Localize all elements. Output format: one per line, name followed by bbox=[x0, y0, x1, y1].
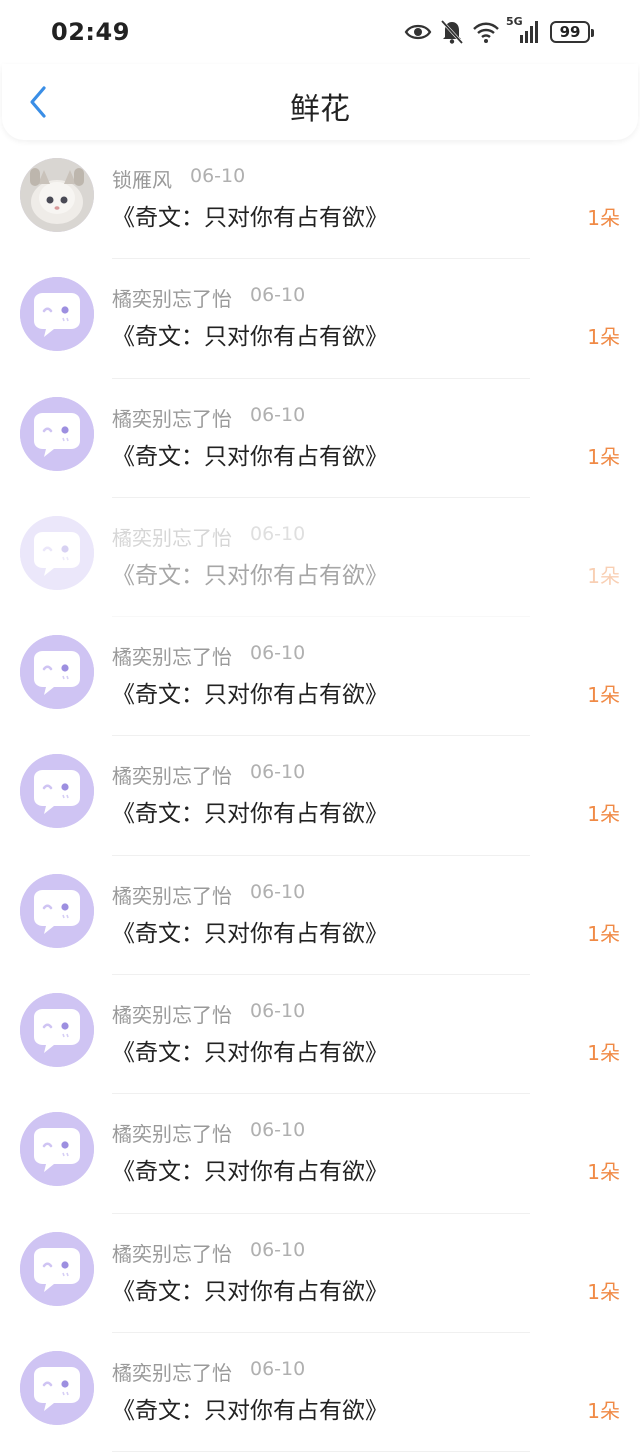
date-label: 06-10 bbox=[250, 284, 306, 307]
flower-list: 锁雁风 06-10 《奇文：只对你有占有欲》 1朵 橘奕别忘了怡 06-10 《奇文：只对你… bbox=[0, 140, 640, 1452]
avatar[interactable] bbox=[20, 1231, 94, 1306]
book-title: 《奇文：只对你有占有欲》 bbox=[112, 801, 388, 828]
flower-count: 1朵 bbox=[587, 1279, 620, 1304]
book-title: 《奇文：只对你有占有欲》 bbox=[112, 1397, 388, 1424]
list-item[interactable]: 橘奕别忘了怡 06-10 《奇文：只对你有占有欲》 1朵 bbox=[0, 498, 640, 618]
eye-icon bbox=[404, 21, 432, 43]
wifi-icon bbox=[472, 20, 500, 44]
avatar[interactable] bbox=[20, 515, 94, 590]
avatar[interactable] bbox=[20, 1350, 94, 1425]
book-title: 《奇文：只对你有占有欲》 bbox=[112, 1278, 388, 1305]
avatar[interactable] bbox=[20, 277, 94, 352]
flower-count: 1朵 bbox=[587, 444, 620, 469]
battery-level: 99 bbox=[559, 23, 581, 41]
user-name: 锁雁风 bbox=[112, 168, 172, 192]
list-item[interactable]: 橘奕别忘了怡 06-10 《奇文：只对你有占有欲》 1朵 bbox=[0, 1333, 640, 1452]
user-name: 橘奕别忘了怡 bbox=[112, 883, 232, 908]
top-nav-bar: 鲜花 bbox=[2, 64, 638, 140]
date-label: 06-10 bbox=[250, 761, 306, 784]
avatar[interactable] bbox=[20, 158, 94, 232]
user-name: 橘奕别忘了怡 bbox=[112, 1241, 232, 1266]
user-name: 橘奕别忘了怡 bbox=[112, 1003, 232, 1028]
avatar[interactable] bbox=[20, 396, 94, 471]
book-title: 《奇文：只对你有占有欲》 bbox=[112, 682, 388, 709]
status-icons: 5G 99 bbox=[404, 15, 594, 48]
list-item[interactable]: 橘奕别忘了怡 06-10 《奇文：只对你有占有欲》 1朵 bbox=[0, 1214, 640, 1333]
battery-icon: 99 bbox=[550, 21, 594, 43]
flower-count: 1朵 bbox=[587, 206, 620, 230]
flower-count: 1朵 bbox=[587, 802, 620, 827]
date-label: 06-10 bbox=[250, 880, 306, 903]
flower-count: 1朵 bbox=[587, 1041, 620, 1066]
page-title: 鲜花 bbox=[290, 92, 350, 127]
date-label: 06-10 bbox=[250, 1357, 306, 1380]
flower-count: 1朵 bbox=[587, 1160, 620, 1185]
avatar[interactable] bbox=[20, 754, 94, 829]
user-name: 橘奕别忘了怡 bbox=[112, 1122, 232, 1147]
book-title: 《奇文：只对你有占有欲》 bbox=[112, 1040, 388, 1067]
signal-icon: 5G bbox=[506, 15, 542, 45]
date-label: 06-10 bbox=[250, 642, 306, 665]
date-label: 06-10 bbox=[250, 1119, 306, 1142]
date-label: 06-10 bbox=[250, 1238, 306, 1261]
book-title: 《奇文：只对你有占有欲》 bbox=[112, 443, 388, 470]
list-item[interactable]: 橘奕别忘了怡 06-10 《奇文：只对你有占有欲》 1朵 bbox=[0, 379, 640, 498]
list-item[interactable]: 锁雁风 06-10 《奇文：只对你有占有欲》 1朵 bbox=[0, 140, 640, 260]
book-title: 《奇文：只对你有占有欲》 bbox=[112, 205, 388, 231]
list-item[interactable]: 橘奕别忘了怡 06-10 《奇文：只对你有占有欲》 1朵 bbox=[0, 975, 640, 1095]
bell-muted-icon bbox=[440, 19, 464, 45]
status-bar: 02:49 5G 99 bbox=[0, 0, 640, 64]
list-item[interactable]: 橘奕别忘了怡 06-10 《奇文：只对你有占有欲》 1朵 bbox=[0, 1094, 640, 1214]
flower-count: 1朵 bbox=[587, 1398, 620, 1423]
user-name: 橘奕别忘了怡 bbox=[112, 764, 232, 789]
flower-count: 1朵 bbox=[587, 683, 620, 708]
list-item[interactable]: 橘奕别忘了怡 06-10 《奇文：只对你有占有欲》 1朵 bbox=[0, 259, 640, 379]
date-label: 06-10 bbox=[250, 522, 306, 545]
user-name: 橘奕别忘了怡 bbox=[112, 287, 232, 312]
flower-count: 1朵 bbox=[587, 921, 620, 946]
list-item[interactable]: 橘奕别忘了怡 06-10 《奇文：只对你有占有欲》 1朵 bbox=[0, 617, 640, 737]
date-label: 06-10 bbox=[250, 403, 306, 426]
user-name: 橘奕别忘了怡 bbox=[112, 645, 232, 670]
date-label: 06-10 bbox=[250, 1000, 306, 1023]
flower-count: 1朵 bbox=[587, 325, 620, 350]
avatar[interactable] bbox=[20, 1112, 94, 1187]
book-title: 《奇文：只对你有占有欲》 bbox=[112, 920, 388, 947]
flower-count: 1朵 bbox=[587, 563, 620, 588]
avatar[interactable] bbox=[20, 993, 94, 1068]
user-name: 橘奕别忘了怡 bbox=[112, 525, 232, 550]
book-title: 《奇文：只对你有占有欲》 bbox=[112, 324, 388, 351]
list-item[interactable]: 橘奕别忘了怡 06-10 《奇文：只对你有占有欲》 1朵 bbox=[0, 856, 640, 976]
avatar[interactable] bbox=[20, 873, 94, 948]
user-name: 橘奕别忘了怡 bbox=[112, 406, 232, 431]
date-label: 06-10 bbox=[190, 165, 246, 187]
list-item[interactable]: 橘奕别忘了怡 06-10 《奇文：只对你有占有欲》 1朵 bbox=[0, 736, 640, 856]
book-title: 《奇文：只对你有占有欲》 bbox=[112, 1159, 388, 1186]
status-time: 02:49 bbox=[51, 18, 130, 46]
user-name: 橘奕别忘了怡 bbox=[112, 1360, 232, 1385]
book-title: 《奇文：只对你有占有欲》 bbox=[112, 562, 388, 589]
avatar[interactable] bbox=[20, 635, 94, 710]
